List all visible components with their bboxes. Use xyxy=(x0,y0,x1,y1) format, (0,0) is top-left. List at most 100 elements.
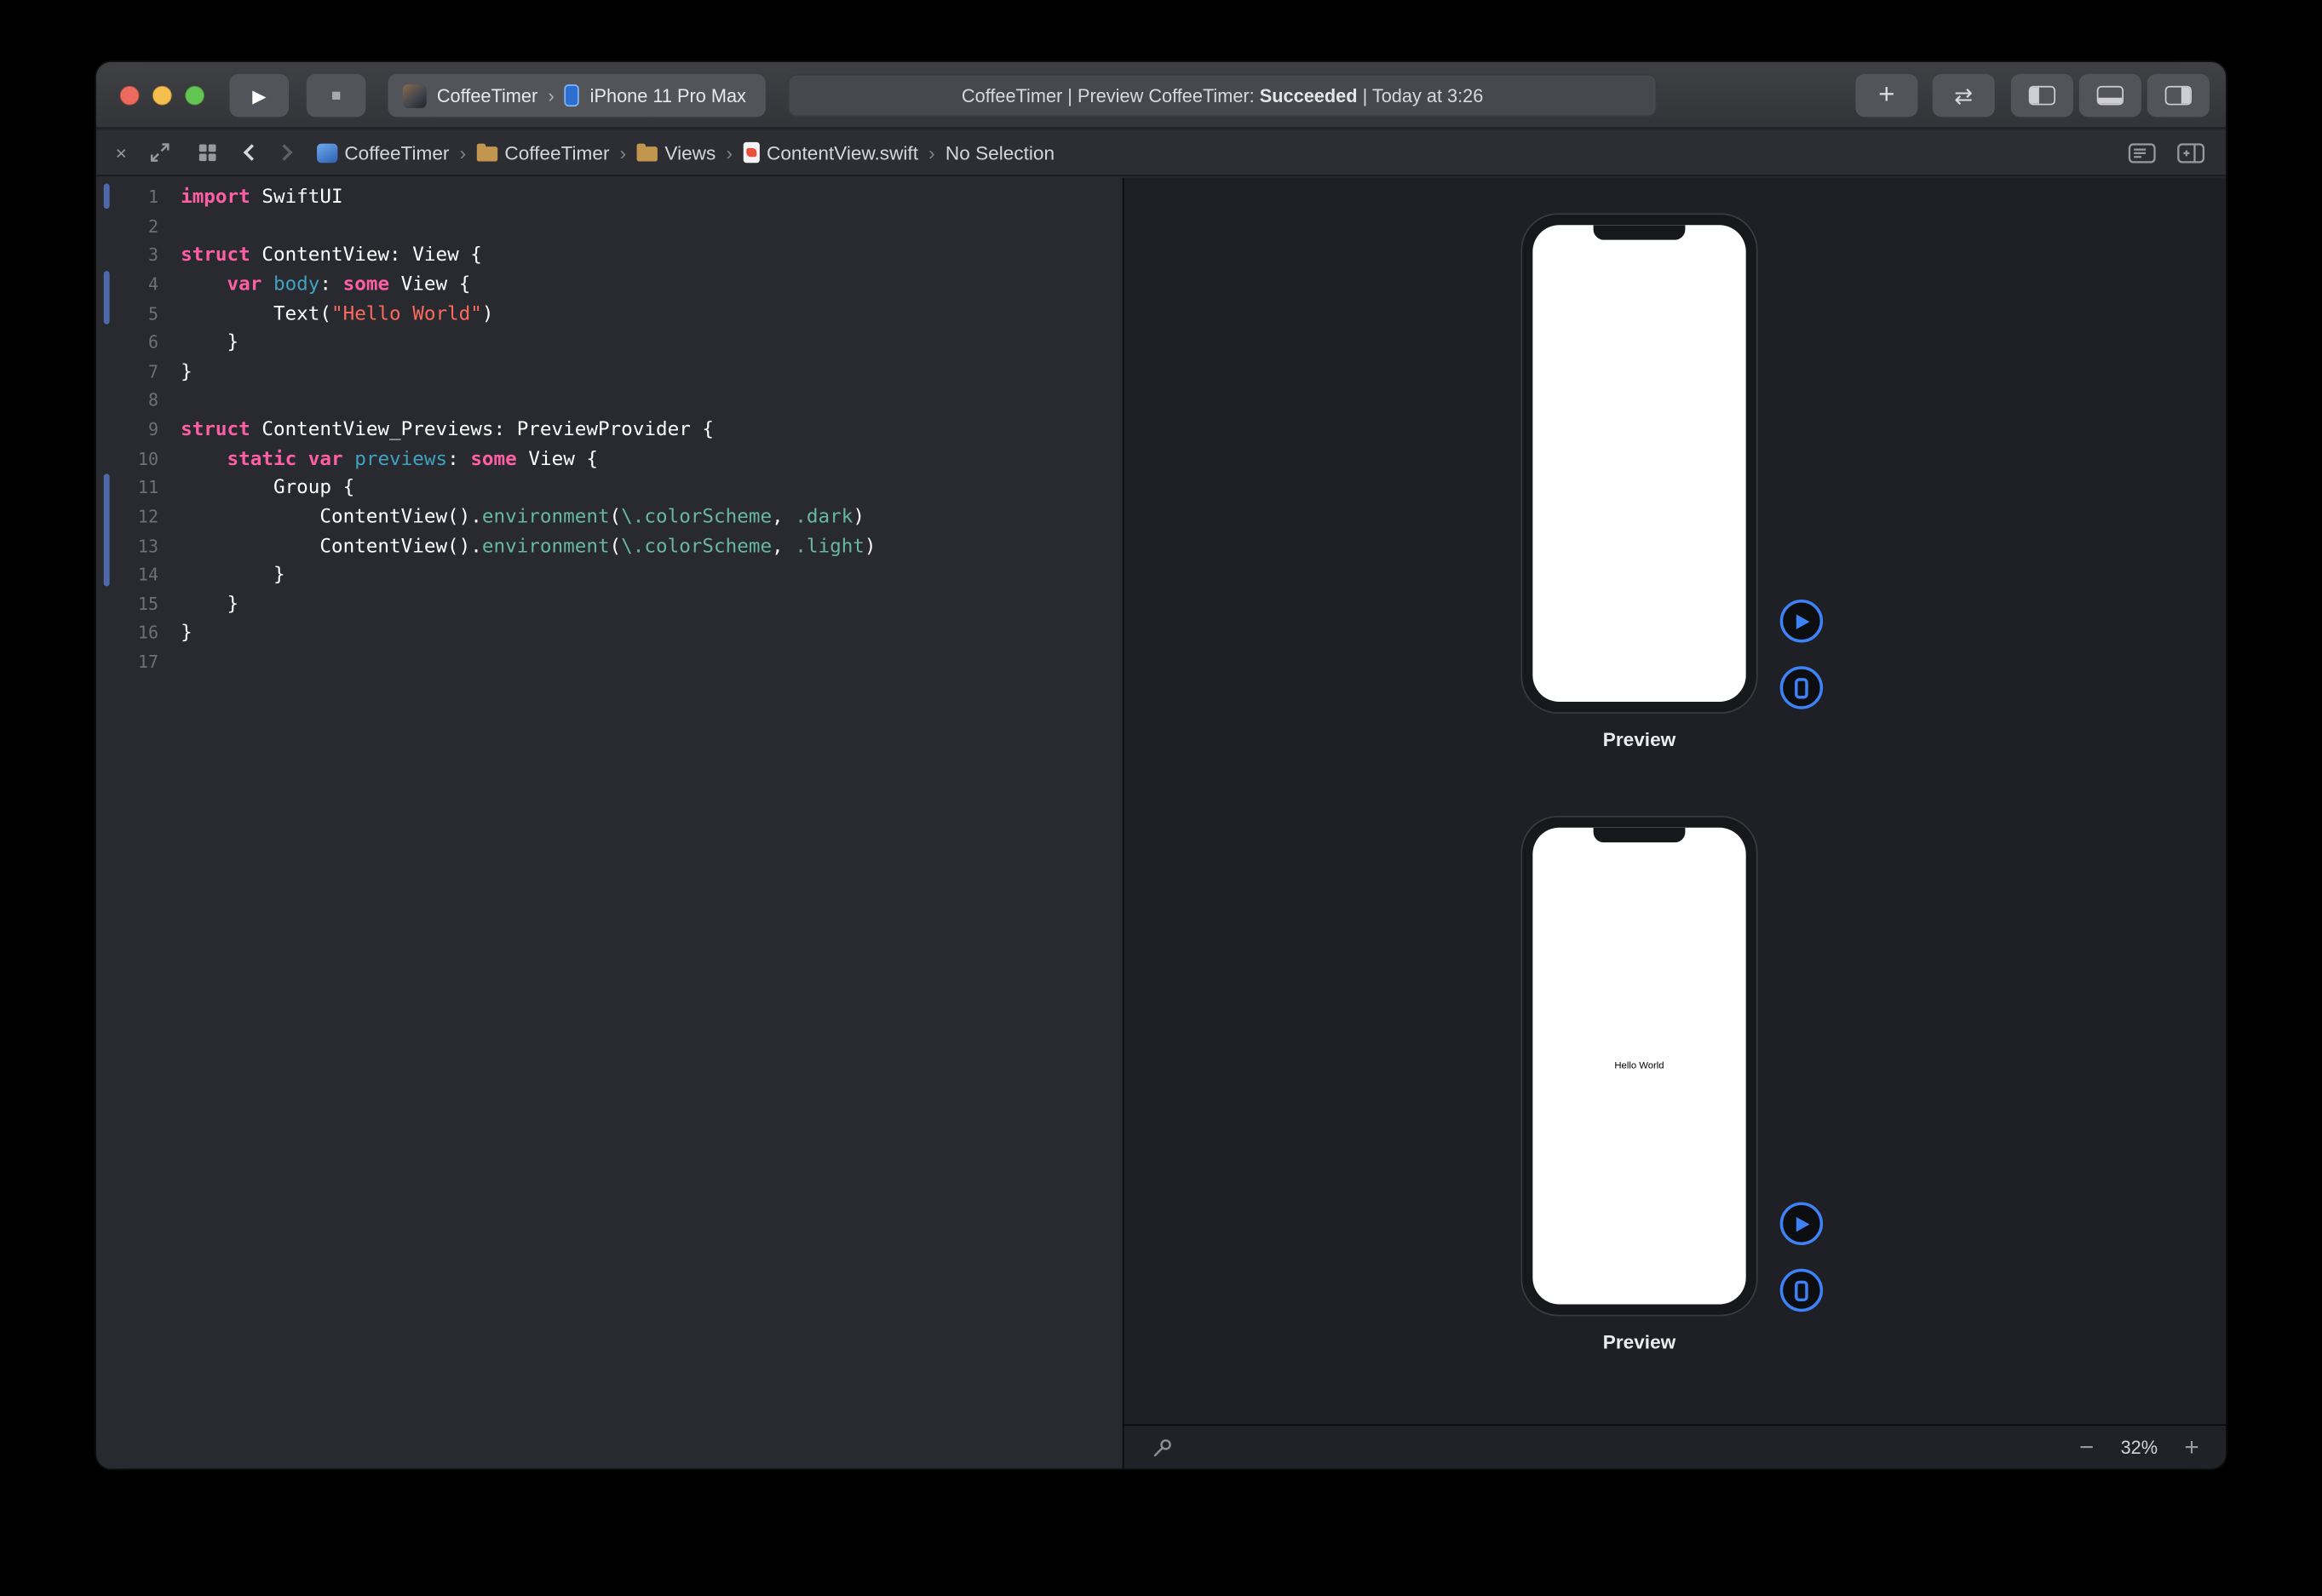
device-icon xyxy=(565,84,579,106)
back-button[interactable] xyxy=(243,144,260,161)
folder-icon xyxy=(636,146,657,161)
line-number: 15 xyxy=(96,590,158,619)
breadcrumb-label: CoffeeTimer xyxy=(504,141,609,164)
breadcrumb-item-project[interactable]: CoffeeTimer xyxy=(316,141,449,164)
toggle-navigator-button[interactable] xyxy=(2011,74,2073,117)
chevron-separator-icon: › xyxy=(726,141,733,164)
toggle-debug-area-button[interactable] xyxy=(2079,74,2141,117)
breadcrumb-label: ContentView.swift xyxy=(767,141,918,164)
line-number: 16 xyxy=(96,619,158,648)
code-line[interactable]: Text("Hello World") xyxy=(181,300,876,329)
code-line[interactable] xyxy=(181,387,876,416)
code-line[interactable]: } xyxy=(181,329,876,358)
live-preview-button[interactable] xyxy=(1780,1203,1823,1245)
pin-icon xyxy=(1151,1435,1175,1459)
editor-controls xyxy=(2128,141,2204,164)
preview-label: Preview xyxy=(1520,728,1757,750)
breadcrumb-item-file[interactable]: ContentView.swift xyxy=(743,141,918,164)
line-number-gutter: 1234567891011121314151617 xyxy=(96,184,158,678)
scheme-destination-label: iPhone 11 Pro Max xyxy=(590,85,746,106)
line-number: 17 xyxy=(96,648,158,677)
window-zoom-button[interactable] xyxy=(185,86,204,106)
toolbar: ▶ ■ CoffeeTimer › iPhone 11 Pro Max Coff… xyxy=(96,62,2226,129)
stop-icon: ■ xyxy=(331,87,342,105)
code-line[interactable]: struct ContentView_Previews: PreviewProv… xyxy=(181,416,876,445)
toggle-inspectors-button[interactable] xyxy=(2147,74,2210,117)
focus-editor-button[interactable] xyxy=(146,139,172,165)
line-number: 3 xyxy=(96,242,158,271)
stop-button[interactable]: ■ xyxy=(307,74,366,117)
code-line[interactable] xyxy=(181,648,876,677)
line-number: 9 xyxy=(96,416,158,445)
swift-file-icon xyxy=(743,142,759,163)
device-notch xyxy=(1594,225,1686,239)
code-line[interactable]: Group { xyxy=(181,474,876,503)
code-line[interactable] xyxy=(181,213,876,242)
device-frame: Hello World xyxy=(1520,816,1757,1317)
zoom-out-button[interactable]: − xyxy=(2079,1435,2094,1461)
line-number: 5 xyxy=(96,300,158,329)
close-editor-button[interactable]: × xyxy=(116,141,127,164)
line-number: 8 xyxy=(96,387,158,416)
code-line[interactable]: } xyxy=(181,561,876,590)
scheme-project-label: CoffeeTimer xyxy=(437,85,537,106)
app-icon xyxy=(403,83,427,107)
debug-panel-icon xyxy=(2097,86,2124,106)
line-number: 1 xyxy=(96,184,158,213)
add-editor-button[interactable] xyxy=(2177,141,2205,164)
window-minimize-button[interactable] xyxy=(152,86,172,106)
run-icon: ▶ xyxy=(252,85,266,106)
code-line[interactable]: } xyxy=(181,590,876,619)
line-number: 13 xyxy=(96,532,158,561)
project-icon xyxy=(316,143,336,163)
live-preview-button[interactable] xyxy=(1780,600,1823,642)
library-add-icon: + xyxy=(1878,79,1894,112)
inspector-panel-icon xyxy=(2165,86,2192,106)
device-notch xyxy=(1594,828,1686,842)
code-line[interactable]: struct ContentView: View { xyxy=(181,242,876,271)
breadcrumb-item-views[interactable]: Views xyxy=(636,141,716,164)
screen-text: Hello World xyxy=(1532,1061,1745,1071)
preview-on-device-button[interactable] xyxy=(1780,1269,1823,1312)
add-editor-icon xyxy=(2177,141,2205,164)
code-line[interactable]: import SwiftUI xyxy=(181,184,876,213)
code-line[interactable]: var body: some View { xyxy=(181,271,876,300)
code-line[interactable]: ContentView().environment(\.colorScheme,… xyxy=(181,503,876,532)
code-line[interactable]: } xyxy=(181,358,876,387)
breadcrumb-item-selection[interactable]: No Selection xyxy=(945,141,1055,164)
chevron-separator-icon: › xyxy=(620,141,627,164)
status-result: Succeeded xyxy=(1260,85,1358,106)
desktop: ▶ ■ CoffeeTimer › iPhone 11 Pro Max Coff… xyxy=(0,0,2322,1596)
code-line[interactable]: } xyxy=(181,619,876,648)
jump-bar: × CoffeeTimer › CoffeeTimer › xyxy=(96,130,2226,176)
forward-button[interactable] xyxy=(275,144,292,161)
preview-label: Preview xyxy=(1520,1331,1757,1353)
related-items-button[interactable] xyxy=(195,141,219,164)
window-close-button[interactable] xyxy=(120,86,140,106)
code-line[interactable]: static var previews: some View { xyxy=(181,445,876,474)
line-number: 11 xyxy=(96,474,158,503)
code-line[interactable]: ContentView().environment(\.colorScheme,… xyxy=(181,532,876,561)
live-preview-icon xyxy=(1796,1216,1810,1231)
editor-options-button[interactable] xyxy=(2128,141,2156,164)
pin-preview-button[interactable] xyxy=(1151,1435,1175,1459)
breadcrumb-label: No Selection xyxy=(945,141,1055,164)
code-lines[interactable]: import SwiftUI struct ContentView: View {… xyxy=(181,184,876,678)
breadcrumb-label: CoffeeTimer xyxy=(344,141,449,164)
activity-status-bar[interactable]: CoffeeTimer | Preview CoffeeTimer: Succe… xyxy=(788,74,1657,117)
related-items-icon xyxy=(195,141,219,164)
line-number: 14 xyxy=(96,561,158,590)
code-editor[interactable]: 1234567891011121314151617 import SwiftUI… xyxy=(96,178,1123,1469)
status-time: | Today at 3:26 xyxy=(1358,85,1484,106)
library-button[interactable]: + xyxy=(1855,74,1917,117)
chevron-separator-icon: › xyxy=(928,141,935,164)
breadcrumb-item-group[interactable]: CoffeeTimer xyxy=(476,141,609,164)
code-review-button[interactable]: ⇄ xyxy=(1933,74,1995,117)
run-button[interactable]: ▶ xyxy=(229,74,289,117)
line-number: 4 xyxy=(96,271,158,300)
navigator-panel-icon xyxy=(2029,86,2055,106)
preview-on-device-button[interactable] xyxy=(1780,666,1823,709)
preview-on-device-icon xyxy=(1795,677,1808,698)
zoom-in-button[interactable]: + xyxy=(2184,1435,2198,1461)
scheme-selector[interactable]: CoffeeTimer › iPhone 11 Pro Max xyxy=(388,74,765,117)
